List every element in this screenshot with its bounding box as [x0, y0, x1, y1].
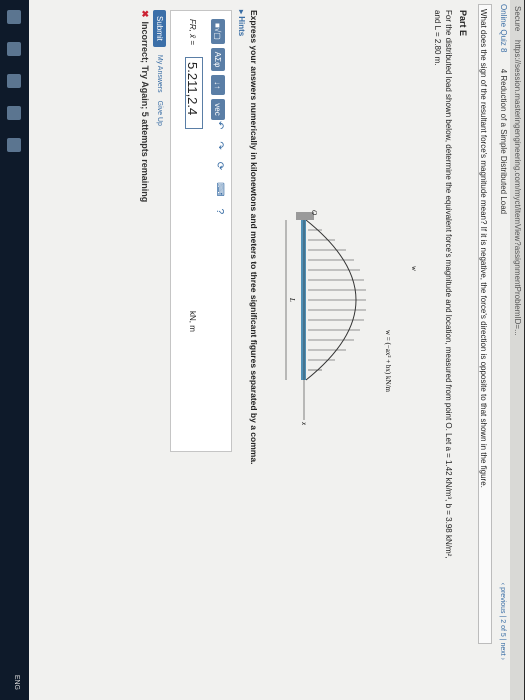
breadcrumb: Online Quiz 8 4 Reduction of a Simple Di…: [494, 4, 508, 228]
incorrect-icon: ✖: [140, 10, 150, 18]
breadcrumb-course[interactable]: Online Quiz 8: [499, 4, 508, 52]
windows-taskbar: ENG: [0, 0, 29, 700]
vec-button[interactable]: vec: [211, 99, 225, 120]
next-link[interactable]: next ›: [499, 642, 506, 660]
submit-button[interactable]: Submit: [153, 10, 166, 47]
start-icon[interactable]: [7, 10, 21, 24]
answer-variable-label: FR, x̄ =: [188, 19, 197, 46]
template-button[interactable]: ■√▢: [211, 19, 225, 44]
load-equation: w = (−ax² + bx) kN/m: [384, 330, 392, 393]
feedback-message: ✖ Incorrect; Try Again; 5 attempts remain…: [139, 10, 150, 202]
math-toolbar: ■√▢ ΑΣφ ↓↑ vec: [211, 19, 225, 120]
keyboard-icon[interactable]: ⌨: [214, 182, 225, 196]
answer-input[interactable]: 5.211,2.4: [185, 57, 203, 129]
explorer-icon[interactable]: [7, 74, 21, 88]
undo-icon[interactable]: ↶: [214, 121, 225, 129]
page-count: | 2 of 5 |: [499, 615, 506, 643]
help-icon[interactable]: ?: [214, 209, 225, 215]
pager[interactable]: ‹ previous | 2 of 5 | next ›: [499, 583, 506, 660]
toolbar-icons: ↶ ↷ ⟳ ⌨ ?: [214, 121, 225, 214]
length-label: L: [288, 297, 296, 302]
part-label: Part E: [458, 10, 468, 37]
secure-label: Secure: [513, 6, 522, 32]
answer-instructions: Express your answers numerically in kilo…: [249, 10, 259, 465]
redo-icon[interactable]: ↷: [214, 141, 225, 149]
photo-frame: Secure https://session.masteringengineer…: [0, 0, 525, 700]
system-tray[interactable]: ENG: [13, 675, 20, 690]
prompt-text: For the distributed load shown below, de…: [444, 10, 453, 559]
answer-box: ■√▢ ΑΣφ ↓↑ vec ↶ ↷ ⟳ ⌨ ? FR, x̄ = 5.211,…: [170, 10, 232, 452]
beam: [301, 220, 306, 380]
answer-units: kN, m: [188, 311, 197, 332]
w-axis-label: w: [410, 266, 418, 271]
url-text[interactable]: https://session.masteringengineering.com…: [513, 40, 522, 336]
prompt-length: and L = 2.80 m.: [433, 10, 442, 66]
edge-icon[interactable]: [7, 42, 21, 56]
hints-toggle[interactable]: ▸ Hints: [237, 10, 246, 36]
chrome-icon[interactable]: [7, 138, 21, 152]
reset-icon[interactable]: ⟳: [214, 162, 225, 170]
origin-label: O: [310, 210, 318, 215]
sign-question-bar[interactable]: What does the sign of the resultant forc…: [478, 4, 492, 644]
answer-actions: Submit My Answers Give Up: [153, 10, 166, 126]
previous-link[interactable]: ‹ previous: [499, 583, 506, 614]
address-bar[interactable]: Secure https://session.masteringengineer…: [510, 0, 524, 700]
distributed-load-figure: w w = (−ax² + bx) kN/m x O L: [285, 210, 418, 426]
feedback-text: Incorrect; Try Again; 5 attempts remaini…: [140, 21, 150, 203]
browser-page: Secure https://session.masteringengineer…: [0, 0, 524, 700]
x-axis-label: x: [300, 421, 308, 426]
arrows-button[interactable]: ↓↑: [211, 75, 225, 96]
problem-prompt: For the distributed load shown below, de…: [432, 10, 454, 630]
store-icon[interactable]: [7, 106, 21, 120]
symbols-button[interactable]: ΑΣφ: [211, 47, 225, 72]
give-up-link[interactable]: Give Up: [156, 101, 163, 126]
my-answers-link[interactable]: My Answers: [156, 55, 163, 93]
breadcrumb-assignment: 4 Reduction of a Simple Distributed Load: [499, 68, 508, 215]
